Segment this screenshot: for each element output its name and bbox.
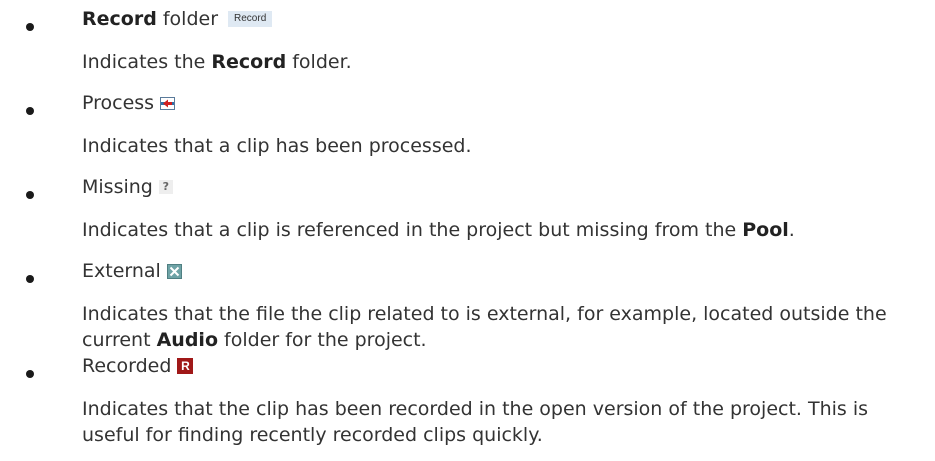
title-text: Recorded — [82, 355, 172, 377]
title-bold: Record — [82, 8, 157, 30]
bullet — [26, 191, 34, 199]
item-description: Indicates that a clip has been processed… — [82, 135, 472, 157]
external-icon — [166, 263, 182, 279]
bullet — [26, 275, 34, 283]
title-text: External — [82, 260, 161, 282]
item-title: Process — [82, 90, 176, 116]
item-title: External — [82, 258, 182, 284]
process-icon — [160, 96, 176, 110]
item-description: Indicates that the file the clip related… — [82, 303, 887, 351]
item-title: Record folder Record — [82, 6, 273, 32]
title-text: Missing — [82, 176, 153, 198]
record-folder-icon: Record — [228, 11, 273, 27]
item-description: Indicates the Record folder. — [82, 51, 352, 73]
bullet — [26, 23, 34, 31]
recorded-icon: R — [177, 358, 194, 374]
item-description: Indicates that the clip has been recorde… — [82, 398, 869, 446]
bullet — [26, 107, 34, 115]
item-title: Recorded R — [82, 353, 194, 379]
item-title: Missing ? — [82, 174, 173, 200]
bullet — [26, 370, 34, 378]
item-description: Indicates that a clip is referenced in t… — [82, 219, 795, 241]
title-text: Process — [82, 92, 155, 114]
title-text: folder — [156, 8, 219, 30]
missing-icon: ? — [158, 180, 173, 194]
